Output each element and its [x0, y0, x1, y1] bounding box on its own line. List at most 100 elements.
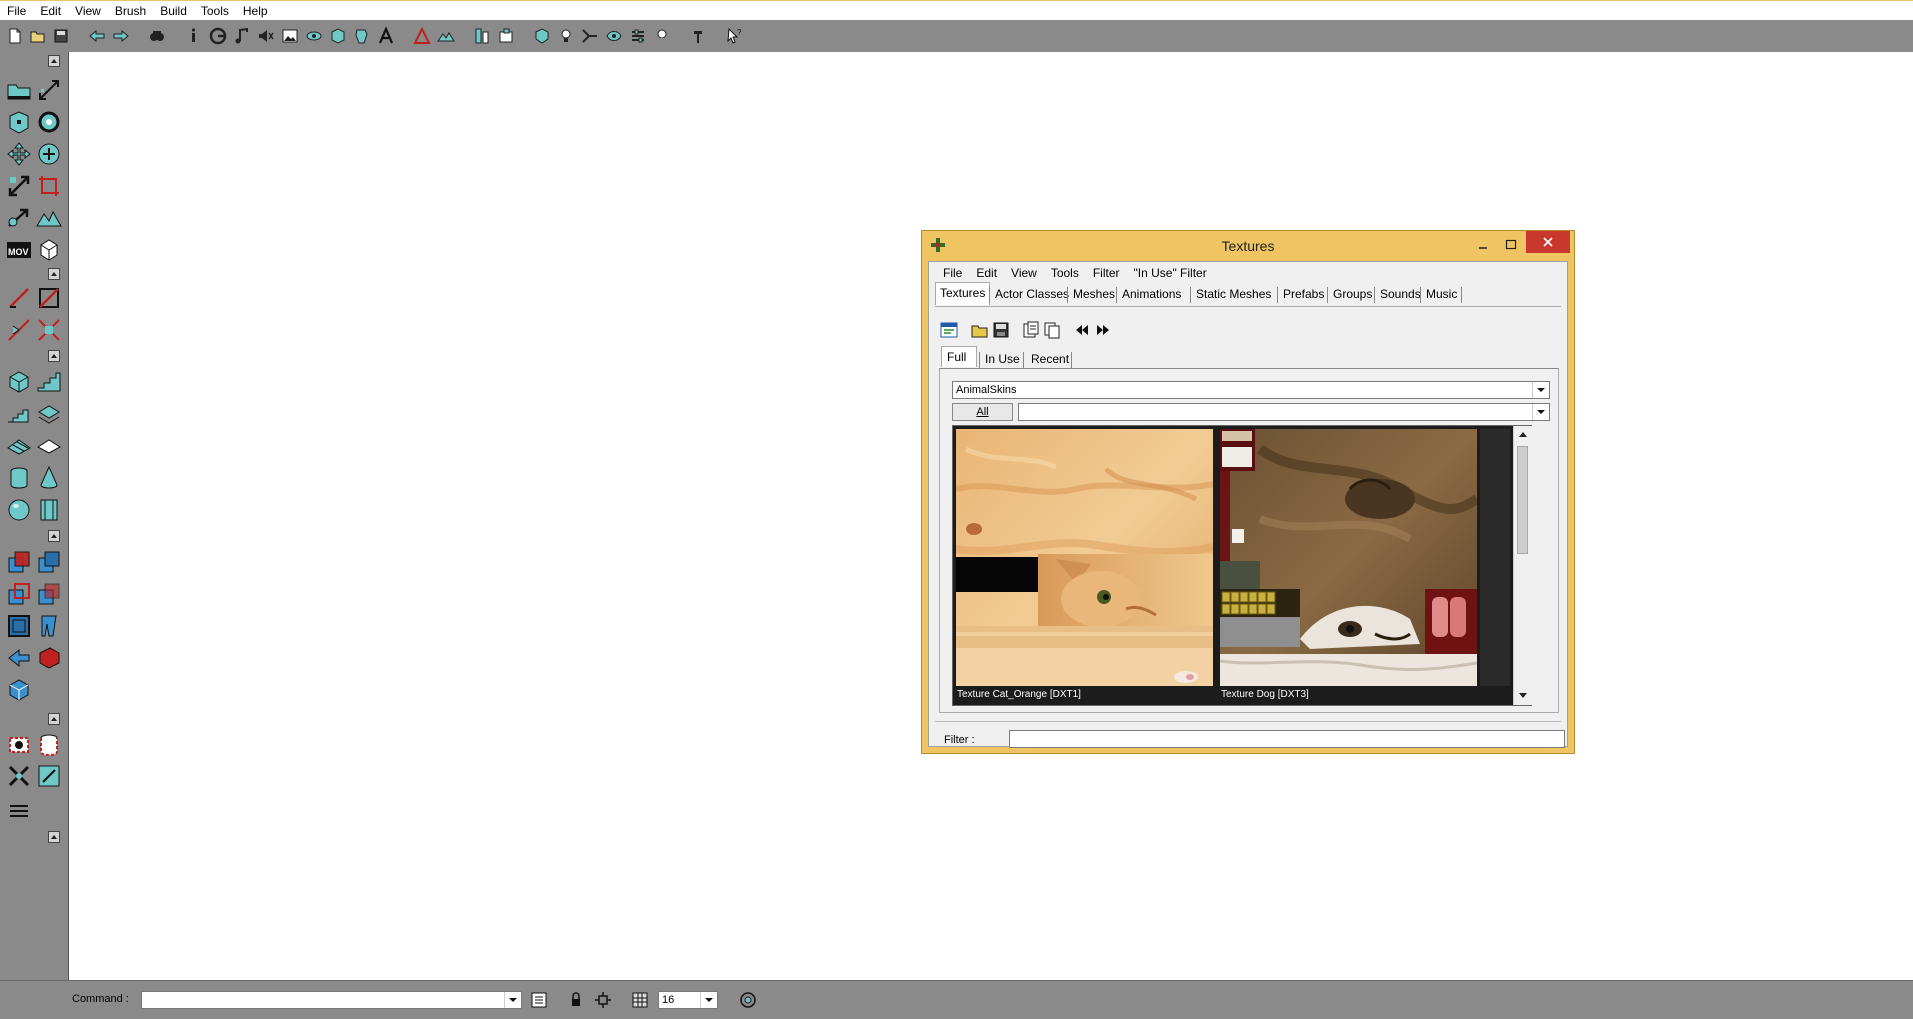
- vertical-scrollbar[interactable]: [1513, 426, 1532, 705]
- collapse-arrow-icon[interactable]: [48, 55, 60, 67]
- menu-help[interactable]: Help: [236, 1, 275, 21]
- rotate-button[interactable]: [35, 108, 63, 136]
- tab-static-meshes[interactable]: Static Meshes: [1192, 284, 1275, 304]
- volumetric-builder-button[interactable]: [35, 496, 63, 524]
- menu-file[interactable]: File: [0, 1, 33, 21]
- undo-button[interactable]: [87, 26, 107, 46]
- lock-icon[interactable]: [566, 990, 586, 1010]
- chevron-down-icon[interactable]: [700, 992, 717, 1008]
- textures-browser-window[interactable]: Textures File Edit View Tools Filter "In Use"…: [921, 230, 1575, 754]
- move-button[interactable]: [5, 140, 33, 168]
- group-select[interactable]: [1018, 403, 1550, 421]
- grid-toggle-button[interactable]: [630, 990, 650, 1010]
- add-antiportal-button[interactable]: [35, 612, 63, 640]
- music-browser-button[interactable]: [232, 26, 252, 46]
- build-geometry-button[interactable]: [472, 26, 492, 46]
- tab-meshes[interactable]: Meshes: [1069, 284, 1119, 304]
- mesh-browser-button[interactable]: [304, 26, 324, 46]
- tex-menu-tools[interactable]: Tools: [1044, 263, 1086, 283]
- terrain-editor-button[interactable]: [436, 26, 456, 46]
- log-window-button[interactable]: [529, 990, 549, 1010]
- rotate-view-button[interactable]: [35, 140, 63, 168]
- add-static-mesh-button[interactable]: [5, 676, 33, 704]
- vertex-edit-button[interactable]: [5, 108, 33, 136]
- save-map-button[interactable]: [51, 26, 71, 46]
- previous-button[interactable]: [1072, 320, 1092, 340]
- groups-browser-button[interactable]: [208, 26, 228, 46]
- brush-delete-button[interactable]: [35, 316, 63, 344]
- add-special-button[interactable]: [5, 644, 33, 672]
- texture-properties-button[interactable]: [1021, 320, 1041, 340]
- texture-viewer[interactable]: Texture Cat_Orange [DXT1] Texture Dog [D…: [952, 425, 1532, 706]
- chevron-down-icon[interactable]: [1532, 404, 1549, 420]
- linear-stair-builder-button[interactable]: [5, 400, 33, 428]
- collapse-arrow-icon[interactable]: [48, 530, 60, 542]
- redo-button[interactable]: [111, 26, 131, 46]
- scroll-thumb[interactable]: [1517, 446, 1528, 554]
- tab-animations[interactable]: Animations: [1118, 284, 1185, 304]
- command-input[interactable]: [141, 991, 522, 1009]
- menu-tools[interactable]: Tools: [194, 1, 236, 21]
- open-map-button[interactable]: [28, 26, 48, 46]
- build-lighting-bulb-button[interactable]: [556, 26, 576, 46]
- find-actors-button[interactable]: [147, 26, 167, 46]
- csg-deintersect-button[interactable]: [35, 580, 63, 608]
- build-paths-button[interactable]: [532, 26, 552, 46]
- tab-groups[interactable]: Groups: [1329, 284, 1376, 304]
- vertex-scale-button[interactable]: [35, 76, 63, 104]
- build-lighting-button[interactable]: [496, 26, 516, 46]
- show-selected-button[interactable]: [5, 730, 33, 758]
- cube-builder-button[interactable]: [5, 368, 33, 396]
- curved-stair-builder-button[interactable]: [35, 368, 63, 396]
- add-mover-button[interactable]: [5, 612, 33, 640]
- save-package-button[interactable]: [991, 320, 1011, 340]
- texture-rotate-button[interactable]: [35, 284, 63, 312]
- stretch-button[interactable]: [5, 204, 33, 232]
- build-options-button[interactable]: [628, 26, 648, 46]
- sphere-builder-button[interactable]: [5, 496, 33, 524]
- texture-pan-button[interactable]: [5, 284, 33, 312]
- play-level-button[interactable]: [688, 26, 708, 46]
- show-all-button[interactable]: [5, 762, 33, 790]
- window-titlebar[interactable]: Textures: [922, 231, 1574, 261]
- face-drag-button[interactable]: [5, 316, 33, 344]
- cylinder-builder-button[interactable]: [5, 464, 33, 492]
- maximize-viewport-button[interactable]: [738, 990, 758, 1010]
- csg-add-button[interactable]: [5, 548, 33, 576]
- tex-menu-edit[interactable]: Edit: [969, 263, 1004, 283]
- texture-browser-button[interactable]: [280, 26, 300, 46]
- csg-subtract-button[interactable]: [35, 548, 63, 576]
- build-ai-paths-button[interactable]: [580, 26, 600, 46]
- plane-builder-button[interactable]: [35, 432, 63, 460]
- chevron-down-icon[interactable]: [504, 992, 521, 1008]
- camera-mode-button[interactable]: [5, 76, 33, 104]
- tab-prefabs[interactable]: Prefabs: [1279, 284, 1328, 304]
- menu-brush[interactable]: Brush: [108, 1, 153, 21]
- terrain-button[interactable]: [35, 204, 63, 232]
- scroll-up-icon[interactable]: [1515, 427, 1531, 443]
- maximize-button[interactable]: [1498, 235, 1524, 255]
- tab-music[interactable]: Music: [1422, 284, 1461, 304]
- scroll-down-icon[interactable]: [1515, 687, 1531, 703]
- menu-edit[interactable]: Edit: [33, 1, 68, 21]
- collapse-arrow-icon[interactable]: [48, 831, 60, 843]
- camera-speed-button[interactable]: [35, 762, 63, 790]
- package-select[interactable]: AnimalSkins: [952, 381, 1550, 399]
- static-mesh-browser-button[interactable]: [352, 26, 372, 46]
- csg-intersect-button[interactable]: [5, 580, 33, 608]
- build-all-button[interactable]: [604, 26, 624, 46]
- copy-texture-button[interactable]: [1042, 320, 1062, 340]
- sheet-builder-button[interactable]: [5, 432, 33, 460]
- tab-actor-classes[interactable]: Actor Classes: [991, 284, 1073, 304]
- sound-browser-button[interactable]: [256, 26, 276, 46]
- collapse-arrow-icon[interactable]: [48, 713, 60, 725]
- close-button[interactable]: [1526, 231, 1570, 253]
- cone-builder-button[interactable]: [35, 464, 63, 492]
- subtab-recent[interactable]: Recent: [1027, 349, 1073, 369]
- vertex-snap-button[interactable]: [593, 990, 613, 1010]
- 2d-shape-editor-button[interactable]: [412, 26, 432, 46]
- menu-build[interactable]: Build: [153, 1, 194, 21]
- scale-button[interactable]: [5, 172, 33, 200]
- chevron-down-icon[interactable]: [1532, 382, 1549, 398]
- filter-input[interactable]: [1009, 730, 1565, 748]
